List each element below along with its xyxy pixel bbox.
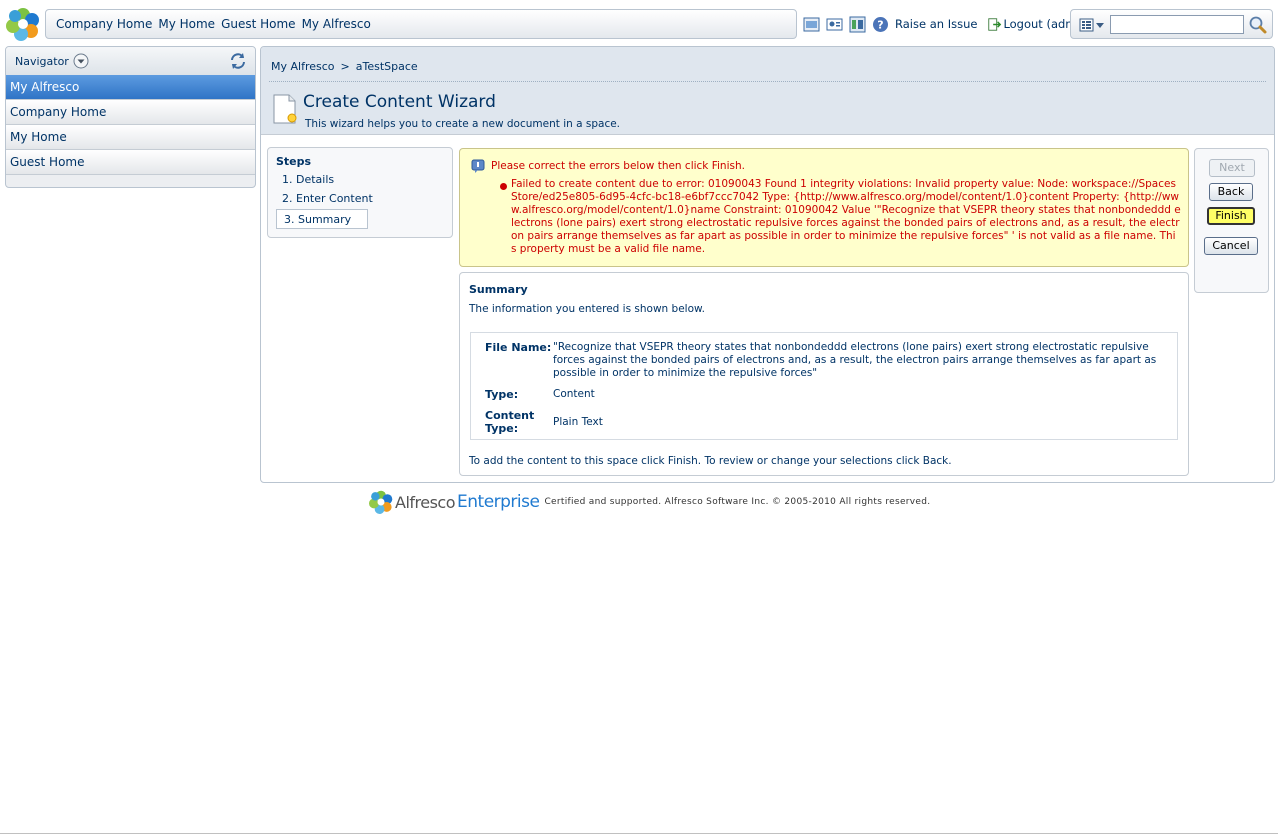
bottom-border: [0, 833, 1278, 834]
wizard-description: This wizard helps you to create a new do…: [305, 118, 621, 130]
nav-item-guest-home[interactable]: Guest Home: [6, 150, 255, 175]
back-button[interactable]: Back: [1209, 183, 1253, 201]
help-icon[interactable]: ?: [872, 16, 889, 33]
svg-text:?: ?: [877, 18, 883, 31]
content-type-value: Plain Text: [553, 416, 603, 428]
navigator-header: Navigator: [6, 47, 255, 75]
search-input[interactable]: [1110, 15, 1244, 34]
type-label: Type:: [485, 388, 519, 401]
logout-icon[interactable]: [987, 16, 1002, 33]
footer-copyright: Certified and supported. Alfresco Softwa…: [544, 497, 931, 507]
breadcrumb-separator: >: [340, 60, 350, 73]
page-footer: Alfresco Enterprise Certified and suppor…: [369, 489, 930, 515]
summary-instructions: To add the content to this space click F…: [469, 455, 952, 467]
breadcrumb-current-space[interactable]: aTestSpace: [356, 60, 418, 73]
top-link-guest-home[interactable]: Guest Home: [221, 17, 296, 31]
steps-title: Steps: [276, 155, 312, 168]
content-type-label: Content Type:: [485, 409, 535, 435]
top-link-company-home[interactable]: Company Home: [56, 17, 152, 31]
summary-table: File Name: "Recognize that VSEPR theory …: [470, 332, 1178, 440]
error-detail: Failed to create content due to error: 0…: [511, 178, 1181, 255]
new-document-icon: [273, 94, 297, 124]
chevron-down-icon[interactable]: [73, 53, 89, 69]
error-message-box: Please correct the errors below then cli…: [459, 148, 1189, 267]
file-name-value: "Recognize that VSEPR theory states that…: [553, 341, 1157, 379]
top-link-my-home[interactable]: My Home: [158, 17, 215, 31]
footer-brand-enterprise: Enterprise: [457, 492, 540, 512]
wizard-title: Create Content Wizard: [303, 92, 496, 112]
top-tools: ? Raise an Issue Logout (admin): [803, 14, 1091, 34]
nav-item-company-home[interactable]: Company Home: [6, 100, 255, 125]
steps-panel: Steps 1. Details 2. Enter Content 3. Sum…: [267, 147, 453, 238]
breadcrumb-my-alfresco[interactable]: My Alfresco: [271, 60, 335, 73]
alfresco-logo-icon: [6, 8, 39, 41]
file-name-label: File Name:: [485, 341, 552, 354]
next-button[interactable]: Next: [1209, 159, 1255, 177]
info-icon: [471, 159, 485, 173]
step-details: 1. Details: [282, 173, 335, 186]
step-summary-current: 3. Summary: [276, 209, 368, 229]
search-box: [1070, 9, 1273, 39]
clipboard-icon[interactable]: [803, 16, 820, 33]
shelf-icon[interactable]: [849, 16, 866, 33]
main-panel: My Alfresco > aTestSpace Create Content …: [260, 46, 1275, 483]
user-profile-icon[interactable]: [826, 16, 843, 33]
step-enter-content: 2. Enter Content: [282, 192, 373, 205]
refresh-icon[interactable]: [229, 52, 247, 70]
finish-button[interactable]: Finish: [1207, 207, 1255, 225]
type-value: Content: [553, 388, 595, 400]
wizard-buttons-panel: Next Back Finish Cancel: [1194, 148, 1269, 293]
header-divider: [269, 81, 1266, 82]
nav-item-my-home[interactable]: My Home: [6, 125, 255, 150]
footer-brand-alfresco: Alfresco: [395, 492, 456, 512]
navigator-title: Navigator: [15, 54, 69, 68]
navigator-panel: Navigator My Alfresco Company Home My Ho…: [5, 46, 256, 188]
search-icon[interactable]: [1248, 15, 1268, 35]
top-link-my-alfresco[interactable]: My Alfresco: [302, 17, 371, 31]
cancel-button[interactable]: Cancel: [1204, 237, 1258, 255]
error-bullet: [500, 183, 507, 190]
summary-intro: The information you entered is shown bel…: [469, 303, 705, 315]
raise-issue-link[interactable]: Raise an Issue: [895, 17, 977, 31]
search-options-icon[interactable]: [1079, 18, 1107, 32]
error-heading: Please correct the errors below then cli…: [491, 160, 745, 172]
alfresco-footer-logo-icon: [369, 490, 393, 514]
top-navigation-bar: Company Home My Home Guest Home My Alfre…: [45, 9, 797, 39]
nav-item-my-alfresco[interactable]: My Alfresco: [6, 75, 255, 100]
summary-title: Summary: [469, 283, 528, 296]
breadcrumb: My Alfresco > aTestSpace: [271, 60, 418, 73]
wizard-header: My Alfresco > aTestSpace Create Content …: [261, 47, 1274, 135]
summary-panel: Summary The information you entered is s…: [459, 272, 1189, 476]
